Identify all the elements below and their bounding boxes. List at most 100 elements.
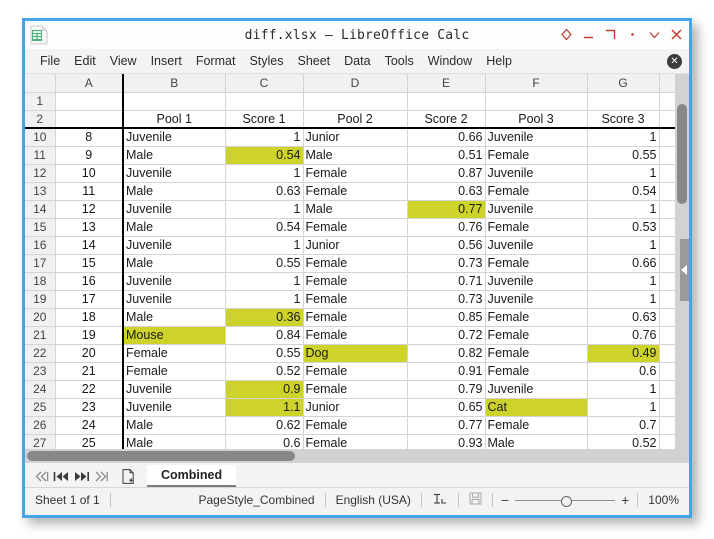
cell-f24[interactable]: Juvenile [485,380,588,399]
cell-h24[interactable] [659,380,676,399]
cell-d11[interactable]: Male [303,146,408,165]
cell-a10[interactable]: 8 [55,128,124,147]
cell-e22[interactable]: 0.82 [407,344,486,363]
cell-e16[interactable]: 0.56 [407,236,486,255]
text-insert-mode-icon[interactable] [422,493,458,508]
minimize-button[interactable] [582,28,595,42]
cell-b17[interactable]: Male [123,254,226,273]
next-sheet-button[interactable] [71,465,91,487]
cell-f21[interactable]: Female [485,326,588,345]
cell-e11[interactable]: 0.51 [407,146,486,165]
cell-h22[interactable] [659,344,676,363]
cell-d20[interactable]: Female [303,308,408,327]
cell-g15[interactable]: 0.53 [587,218,660,237]
cell-h17[interactable] [659,254,676,273]
row-header-11[interactable]: 11 [25,146,56,165]
cell-a13[interactable]: 11 [55,182,124,201]
cell-c14[interactable]: 1 [225,200,304,219]
cell-b21[interactable]: Mouse [123,326,226,345]
cell-e18[interactable]: 0.71 [407,272,486,291]
menu-view[interactable]: View [103,52,144,70]
horizontal-scrollbar-thumb[interactable] [27,451,295,461]
cell-d12[interactable]: Female [303,164,408,183]
cell-c13[interactable]: 0.63 [225,182,304,201]
dot-button[interactable] [626,28,639,42]
menu-window[interactable]: Window [421,52,479,70]
cell-f14[interactable]: Juvenile [485,200,588,219]
row-header-24[interactable]: 24 [25,380,56,399]
cell-b15[interactable]: Male [123,218,226,237]
cell-g26[interactable]: 0.7 [587,416,660,435]
language-status[interactable]: English (USA) [326,493,421,507]
cell-h15[interactable] [659,218,676,237]
cell-e23[interactable]: 0.91 [407,362,486,381]
cell-b13[interactable]: Male [123,182,226,201]
cell-d10[interactable]: Junior [303,128,408,147]
cell-f25[interactable]: Cat [485,398,588,417]
cell-g2-score-3[interactable]: Score 3 [587,110,660,129]
spreadsheet-grid[interactable]: A B C D E F G 1 2 Pool 1 Score 1 Pool 2 … [25,74,689,449]
row-header-25[interactable]: 25 [25,398,56,417]
cell-a22[interactable]: 20 [55,344,124,363]
row-header-12[interactable]: 12 [25,164,56,183]
cell-b16[interactable]: Juvenile [123,236,226,255]
cell-g24[interactable]: 1 [587,380,660,399]
row-header-2[interactable]: 2 [25,110,56,129]
zoom-slider[interactable]: − + [493,493,637,507]
cell-d22[interactable]: Dog [303,344,408,363]
vertical-scrollbar-thumb[interactable] [677,104,687,204]
cell-f18[interactable]: Juvenile [485,272,588,291]
column-header-e[interactable]: E [407,74,486,93]
cell-c12[interactable]: 1 [225,164,304,183]
cell-c23[interactable]: 0.52 [225,362,304,381]
cell-e2-score-2[interactable]: Score 2 [407,110,486,129]
cell-h2[interactable] [659,110,676,129]
menu-edit[interactable]: Edit [67,52,103,70]
row-header-23[interactable]: 23 [25,362,56,381]
cell-f17[interactable]: Female [485,254,588,273]
cell-h13[interactable] [659,182,676,201]
zoom-slider-knob[interactable] [561,495,573,507]
cell-c17[interactable]: 0.55 [225,254,304,273]
menu-help[interactable]: Help [479,52,519,70]
row-header-17[interactable]: 17 [25,254,56,273]
cell-d18[interactable]: Female [303,272,408,291]
cell-a12[interactable]: 10 [55,164,124,183]
cell-e19[interactable]: 0.73 [407,290,486,309]
cell-e21[interactable]: 0.72 [407,326,486,345]
cell-a2[interactable] [55,110,124,129]
cell-c27[interactable]: 0.6 [225,434,304,449]
zoom-in-button[interactable]: + [621,493,629,507]
cell-h12[interactable] [659,164,676,183]
cell-g13[interactable]: 0.54 [587,182,660,201]
cell-g20[interactable]: 0.63 [587,308,660,327]
maximize-button[interactable] [604,28,617,42]
cell-e17[interactable]: 0.73 [407,254,486,273]
zoom-level-status[interactable]: 100% [638,493,689,507]
cell-e13[interactable]: 0.63 [407,182,486,201]
cell-g19[interactable]: 1 [587,290,660,309]
cell-b24[interactable]: Juvenile [123,380,226,399]
cell-e10[interactable]: 0.66 [407,128,486,147]
cell-g10[interactable]: 1 [587,128,660,147]
close-button[interactable] [670,28,683,42]
row-header-1[interactable]: 1 [25,92,56,111]
cell-h10[interactable] [659,128,676,147]
cell-b19[interactable]: Juvenile [123,290,226,309]
cell-h21[interactable] [659,326,676,345]
cell-e25[interactable]: 0.65 [407,398,486,417]
zoom-out-button[interactable]: − [501,493,509,507]
cell-d27[interactable]: Female [303,434,408,449]
cell-b26[interactable]: Male [123,416,226,435]
cell-h19[interactable] [659,290,676,309]
cell-c10[interactable]: 1 [225,128,304,147]
add-sheet-icon[interactable] [117,465,139,487]
document-saved-icon[interactable] [459,492,492,508]
cell-e26[interactable]: 0.77 [407,416,486,435]
menu-tools[interactable]: Tools [378,52,421,70]
cell-a26[interactable]: 24 [55,416,124,435]
shade-button[interactable] [560,28,573,42]
cell-a21[interactable]: 19 [55,326,124,345]
cell-h20[interactable] [659,308,676,327]
cell-g11[interactable]: 0.55 [587,146,660,165]
